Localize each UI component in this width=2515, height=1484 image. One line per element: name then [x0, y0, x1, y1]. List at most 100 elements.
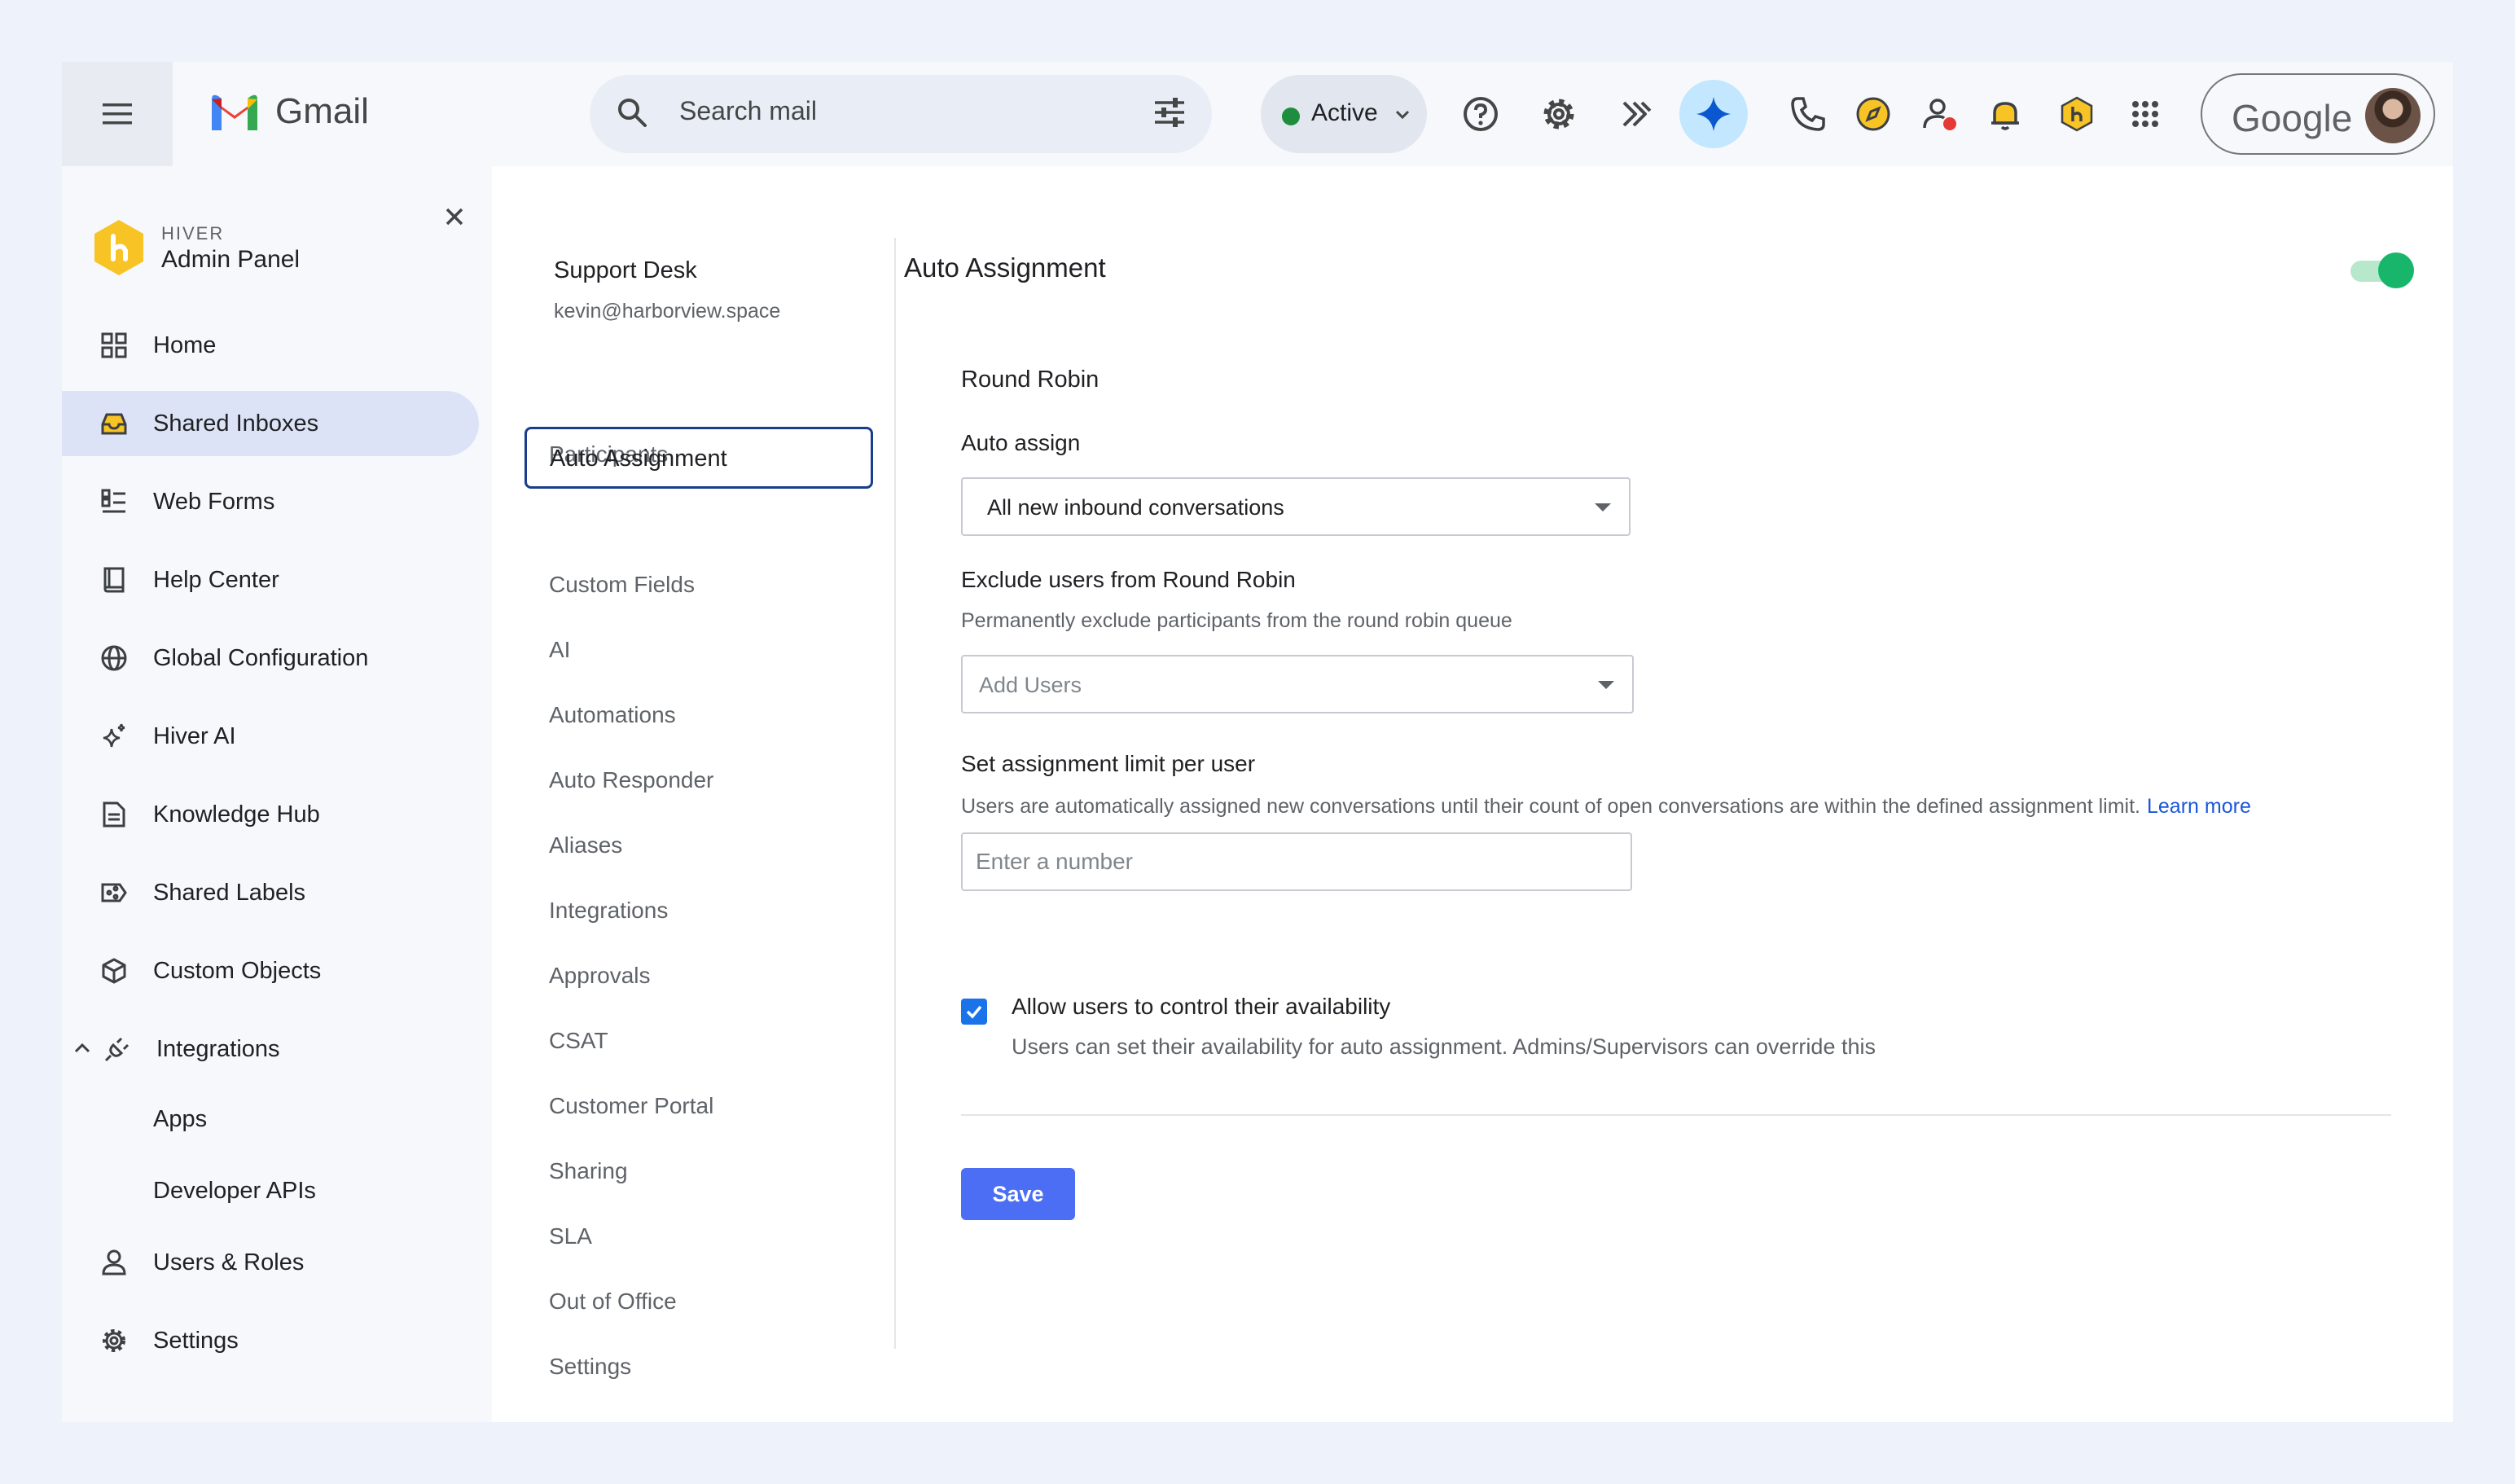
apps-grid-icon[interactable]: [2122, 91, 2168, 137]
inbox-nav-sharing[interactable]: Sharing: [549, 1158, 628, 1184]
sidebar-item-shared-inboxes[interactable]: Shared Inboxes: [62, 391, 479, 456]
inbox-nav-aliases[interactable]: Aliases: [549, 832, 622, 858]
sidebar-item-label: Settings: [153, 1328, 239, 1354]
auto-assignment-content: Auto Assignment Round Robin Auto assign …: [896, 166, 2453, 1422]
inbox-nav-custom-fields[interactable]: Custom Fields: [549, 572, 695, 598]
availability-help: Users can set their availability for aut…: [1012, 1034, 1876, 1059]
hamburger-icon: [103, 103, 132, 125]
sidebar-item-global-configuration[interactable]: Global Configuration: [62, 626, 479, 691]
inbox-nav-customer-portal[interactable]: Customer Portal: [549, 1093, 713, 1119]
globe-icon: [99, 643, 129, 673]
sidebar-item-label: Web Forms: [153, 489, 275, 515]
sidebar-item-shared-labels[interactable]: Shared Labels: [62, 860, 479, 925]
google-account-button[interactable]: Google: [2201, 73, 2435, 155]
sidebar-item-label: Integrations: [156, 1036, 280, 1062]
auto-assignment-toggle[interactable]: [2350, 252, 2416, 288]
checkmark-icon: [966, 1005, 982, 1019]
inbox-nav-label: Auto Assignment: [550, 446, 727, 472]
assignment-limit-label: Set assignment limit per user: [961, 751, 1256, 776]
exclude-users-label: Exclude users from Round Robin: [961, 567, 1296, 592]
sidebar-item-label: Users & Roles: [153, 1249, 305, 1275]
inbox-nav-integrations[interactable]: Integrations: [549, 898, 668, 924]
sidebar-item-knowledge-hub[interactable]: Knowledge Hub: [62, 782, 479, 847]
phone-icon[interactable]: [1785, 91, 1831, 137]
compass-icon[interactable]: [1850, 91, 1896, 137]
brand-small: HIVER: [161, 223, 225, 244]
admin-sidebar: HIVER Admin Panel Home Shared Inboxes We…: [62, 166, 492, 1422]
app-name: Gmail: [275, 91, 369, 131]
inbox-nav-automations[interactable]: Automations: [549, 702, 676, 728]
status-dot: [1282, 108, 1300, 125]
sidebar-item-label: Knowledge Hub: [153, 801, 320, 828]
search-icon[interactable]: [614, 94, 650, 134]
hiver-shortcuts-icon[interactable]: [1614, 91, 1660, 137]
sidebar-subitem-apps[interactable]: Apps: [153, 1106, 207, 1133]
inbox-icon: [99, 409, 129, 438]
gemini-button[interactable]: [1679, 80, 1748, 148]
grid-icon: [99, 331, 129, 360]
top-bar: Gmail Search mail Active Google: [62, 62, 2453, 166]
app-window: Gmail Search mail Active Google HIVER Ad…: [62, 62, 2453, 1422]
sidebar-item-web-forms[interactable]: Web Forms: [62, 469, 479, 534]
cube-icon: [99, 956, 129, 986]
inbox-nav-out-of-office[interactable]: Out of Office: [549, 1289, 677, 1315]
sidebar-item-label: Home: [153, 332, 217, 358]
inbox-nav-auto-assignment[interactable]: Auto Assignment: [525, 427, 873, 489]
inbox-nav-ai[interactable]: AI: [549, 637, 570, 663]
main-menu-button[interactable]: [62, 62, 173, 166]
availability-checkbox[interactable]: [961, 999, 987, 1025]
main-panel: Support Desk kevin@harborview.space Part…: [492, 166, 2453, 1422]
form-icon: [99, 487, 129, 516]
sidebar-item-label: Shared Inboxes: [153, 411, 319, 437]
sidebar-item-home[interactable]: Home: [62, 313, 479, 378]
status-selector[interactable]: Active: [1261, 75, 1427, 153]
sidebar-item-settings[interactable]: Settings: [62, 1308, 479, 1373]
learn-more-link[interactable]: Learn more: [2147, 795, 2251, 818]
hiver-logo-icon: [94, 220, 143, 275]
sparkle-icon: [99, 722, 129, 751]
label-icon: [99, 878, 129, 907]
search-options-icon[interactable]: [1152, 94, 1187, 134]
inbox-nav-settings[interactable]: Settings: [549, 1354, 631, 1380]
sidebar-item-hiver-ai[interactable]: Hiver AI: [62, 704, 479, 769]
dropdown-arrow-icon: [1595, 503, 1611, 511]
availability-label: Allow users to control their availabilit…: [1012, 994, 1391, 1019]
chevron-down-icon: [1393, 104, 1412, 128]
search-placeholder[interactable]: Search mail: [679, 96, 817, 126]
sidebar-item-label: Shared Labels: [153, 880, 306, 906]
save-button[interactable]: Save: [961, 1168, 1075, 1220]
gmail-logo[interactable]: Gmail: [208, 91, 369, 132]
sidebar-item-integrations[interactable]: Integrations: [62, 1016, 479, 1082]
assignment-limit-input[interactable]: [961, 832, 1632, 891]
help-icon[interactable]: [1458, 91, 1503, 137]
user-status-icon[interactable]: [1917, 91, 1963, 137]
book-icon: [99, 565, 129, 595]
gemini-sparkle-icon: [1696, 97, 1731, 131]
gear-icon: [99, 1326, 129, 1355]
inbox-nav-sla[interactable]: SLA: [549, 1223, 592, 1249]
sidebar-subitem-developer-apis[interactable]: Developer APIs: [153, 1178, 316, 1205]
close-icon[interactable]: [437, 199, 472, 235]
auto-assign-select[interactable]: All new inbound conversations: [961, 477, 1631, 536]
exclude-users-placeholder: Add Users: [979, 673, 1082, 697]
exclude-users-select[interactable]: Add Users: [961, 655, 1634, 713]
hiver-extension-icon[interactable]: [2054, 91, 2100, 137]
settings-gear-icon[interactable]: [1536, 91, 1582, 137]
inbox-email: kevin@harborview.space: [554, 300, 781, 323]
inbox-nav-csat[interactable]: CSAT: [549, 1028, 608, 1054]
assignment-limit-help-text: Users are automatically assigned new con…: [961, 795, 2140, 818]
sidebar-item-custom-objects[interactable]: Custom Objects: [62, 938, 479, 1003]
brand-title: Admin Panel: [161, 246, 301, 273]
search-bar[interactable]: Search mail: [590, 75, 1212, 153]
chevron-up-icon[interactable]: [73, 1039, 91, 1061]
sidebar-item-label: Global Configuration: [153, 645, 369, 671]
plug-icon: [103, 1034, 132, 1064]
sidebar-item-help-center[interactable]: Help Center: [62, 547, 479, 612]
dropdown-arrow-icon: [1598, 681, 1614, 689]
sidebar-item-users-roles[interactable]: Users & Roles: [62, 1230, 479, 1295]
inbox-nav-approvals[interactable]: Approvals: [549, 963, 651, 989]
inbox-name: Support Desk: [554, 257, 697, 283]
notifications-bell-icon[interactable]: [1982, 91, 2028, 137]
user-icon: [99, 1248, 129, 1277]
inbox-nav-auto-responder[interactable]: Auto Responder: [549, 767, 713, 793]
